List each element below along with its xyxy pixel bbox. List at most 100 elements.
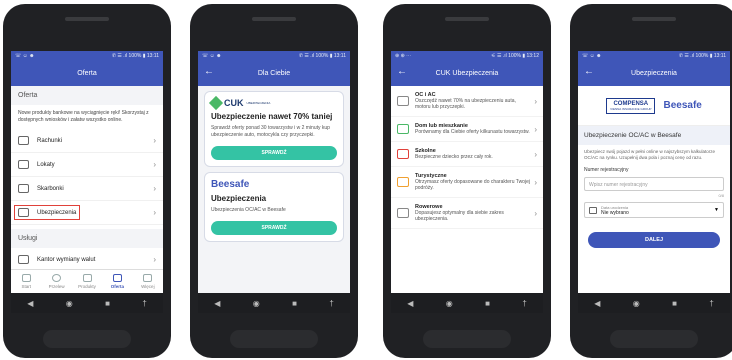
item-desc: Oszczędź nawet 70% na ubezpieczeniu auta…	[415, 98, 516, 110]
plane-icon	[397, 177, 409, 187]
list-item-skarbonki[interactable]: Skarbonki ›	[11, 177, 163, 201]
back-arrow-icon[interactable]: ←	[204, 67, 214, 77]
section-title: Oferta	[11, 86, 163, 105]
recent-apps-icon[interactable]: ■	[292, 299, 297, 308]
page-title: Ubezpieczenia	[631, 69, 677, 77]
chevron-right-icon: ›	[153, 255, 156, 264]
phone-1: ☏ ☺ ☻ ✆ ☰ .ıl 100% ▮ 13:11 Oferta Oferta …	[3, 4, 171, 358]
card-text: Ubezpieczenia OC/AC w Beesafe	[211, 207, 286, 213]
back-arrow-icon[interactable]: ←	[584, 67, 594, 77]
phone-chin	[230, 330, 318, 348]
school-icon	[397, 149, 409, 159]
tab-wiecej[interactable]: Więcej	[133, 270, 163, 293]
status-right: ⚟ ☰ .ıl 100% ▮ 13:12	[491, 53, 539, 59]
phone-4: ☏ ☺ ☻ ✆ ☰ .ıl 100% ▮ 13:11 ← Ubezpieczenia…	[570, 4, 732, 358]
back-arrow-icon[interactable]: ←	[397, 67, 407, 77]
dropdown-arrow-icon: ▼	[714, 207, 719, 213]
status-bar: ☏ ☺ ☻ ✆ ☰ .ıl 100% ▮ 13:11	[578, 51, 730, 60]
header: ☏ ☺ ☻ ✆ ☰ .ıl 100% ▮ 13:11 ← Dla Ciebie	[198, 51, 350, 86]
piggy-icon	[18, 160, 29, 169]
chevron-right-icon: ›	[534, 177, 537, 187]
wallet-icon	[18, 136, 29, 145]
list-item-rowerowe[interactable]: Rowerowe Dopasujesz optymalny dla siebie …	[391, 198, 543, 229]
reg-number-input[interactable]: Wpisz numer rejestracyjny	[584, 177, 724, 191]
status-right: ✆ ☰ .ıl 100% ▮ 13:11	[298, 53, 346, 59]
status-bar: ☏ ☺ ☻ ✆ ☰ .ıl 100% ▮ 13:11	[198, 51, 350, 60]
back-icon[interactable]: ◀	[27, 299, 33, 308]
home-button-icon[interactable]: ◉	[66, 299, 73, 308]
list-item-oc-ac[interactable]: OC i AC Oszczędź nawet 70% na ubezpieczen…	[391, 86, 543, 117]
phone-chin	[610, 330, 698, 348]
tab-label: Oferta	[110, 284, 125, 289]
screen-oferta: ☏ ☺ ☻ ✆ ☰ .ıl 100% ▮ 13:11 Oferta Oferta …	[11, 51, 163, 313]
accessibility-icon[interactable]: †	[142, 299, 146, 308]
tab-start[interactable]: Start	[11, 270, 41, 293]
accessibility-icon[interactable]: †	[329, 299, 333, 308]
form-intro: Ubezpiecz swój pojazd w pełni online w n…	[584, 149, 716, 160]
compensa-logo: COMPENSA VIENNA INSURANCE GROUP	[606, 97, 656, 114]
dalej-button[interactable]: DALEJ	[588, 232, 720, 248]
status-right: ✆ ☰ .ıl 100% ▮ 13:11	[678, 53, 726, 59]
char-counter: 0/8	[718, 193, 724, 198]
accessibility-icon[interactable]: †	[709, 299, 713, 308]
highlight-box: Ubezpieczenia	[14, 205, 81, 220]
item-desc: Bezpieczne dziecko przez cały rok.	[415, 154, 493, 160]
list-item-turystyczne[interactable]: Turystyczne Otrzymasz oferty dopasowane d…	[391, 167, 543, 198]
sprawdz-button-cuk[interactable]: SPRAWDŹ	[211, 146, 337, 160]
page-title: Dla Ciebie	[257, 69, 291, 77]
home-button-icon[interactable]: ◉	[633, 299, 640, 308]
back-icon[interactable]: ◀	[407, 299, 413, 308]
status-left: ☏ ☺ ☻	[202, 53, 222, 59]
speaker	[632, 17, 676, 21]
chevron-right-icon: ›	[153, 136, 156, 145]
list-item-szkolne[interactable]: Szkolne Bezpieczne dziecko przez cały rok…	[391, 142, 543, 167]
tab-label: Przelew	[48, 284, 65, 289]
android-nav-bar: ◀ ◉ ■ †	[391, 293, 543, 313]
list-item-dom[interactable]: Dom lub mieszkanie Porównamy dla Ciebie o…	[391, 117, 543, 142]
partner-logos: COMPENSA VIENNA INSURANCE GROUP Beesafe	[578, 86, 730, 126]
tab-oferta[interactable]: Oferta	[102, 270, 132, 293]
accessibility-icon[interactable]: †	[522, 299, 526, 308]
home-icon	[21, 274, 31, 282]
status-left: ☏ ☺ ☻	[15, 53, 35, 59]
item-label: Rachunki	[37, 137, 63, 144]
cuk-logo-icon	[208, 95, 224, 111]
list-item-lokaty[interactable]: Lokaty ›	[11, 153, 163, 177]
home-button-icon[interactable]: ◉	[446, 299, 453, 308]
list-item-ubezpieczenia[interactable]: Ubezpieczenia ›	[11, 201, 163, 225]
sprawdz-button-beesafe[interactable]: SPRAWDŹ	[211, 221, 337, 235]
phone-chin	[423, 330, 511, 348]
recent-apps-icon[interactable]: ■	[672, 299, 677, 308]
header: ⊕ ⊕ ⋯ ⚟ ☰ .ıl 100% ▮ 13:12 ← CUK Ubezpiecz…	[391, 51, 543, 86]
page-title: CUK Ubezpieczenia	[435, 69, 499, 77]
back-icon[interactable]: ◀	[594, 299, 600, 308]
status-bar: ☏ ☺ ☻ ✆ ☰ .ıl 100% ▮ 13:11	[11, 51, 163, 60]
home-button-icon[interactable]: ◉	[253, 299, 260, 308]
screen-dla-ciebie: ☏ ☺ ☻ ✆ ☰ .ıl 100% ▮ 13:11 ← Dla Ciebie CU…	[198, 51, 350, 313]
jar-icon	[18, 184, 29, 193]
recent-apps-icon[interactable]: ■	[105, 299, 110, 308]
beesafe-logo: Beesafe	[211, 179, 250, 190]
transfer-icon	[52, 274, 62, 282]
house-icon	[397, 124, 409, 134]
list-item-rachunki[interactable]: Rachunki ›	[11, 129, 163, 153]
status-left: ☏ ☺ ☻	[582, 53, 602, 59]
phone-chin	[43, 330, 131, 348]
recent-apps-icon[interactable]: ■	[485, 299, 490, 308]
offer-card-beesafe: Beesafe Ubezpieczenia Ubezpieczenia OC/A…	[204, 172, 344, 242]
chevron-right-icon: ›	[534, 124, 537, 134]
form-section-title: Ubezpieczenie OC/AC w Beesafe	[578, 126, 730, 145]
speaker	[445, 17, 489, 21]
tab-label: Więcej	[141, 284, 155, 289]
calendar-icon	[589, 206, 597, 214]
back-icon[interactable]: ◀	[214, 299, 220, 308]
item-desc: Dopasujesz optymalny dla siebie zakres u…	[415, 210, 504, 222]
beesafe-logo: Beesafe	[663, 100, 702, 111]
birthdate-select[interactable]: Data urodzenia Nie wybrano ▼	[584, 202, 724, 218]
tab-przelew[interactable]: Przelew	[41, 270, 71, 293]
item-desc: Porównamy dla Ciebie oferty kilkunastu t…	[415, 129, 530, 135]
status-right: ✆ ☰ .ıl 100% ▮ 13:11	[111, 53, 159, 59]
phone-2: ☏ ☺ ☻ ✆ ☰ .ıl 100% ▮ 13:11 ← Dla Ciebie CU…	[190, 4, 358, 358]
tab-produkty[interactable]: Produkty	[72, 270, 102, 293]
tab-label: Produkty	[78, 284, 96, 289]
